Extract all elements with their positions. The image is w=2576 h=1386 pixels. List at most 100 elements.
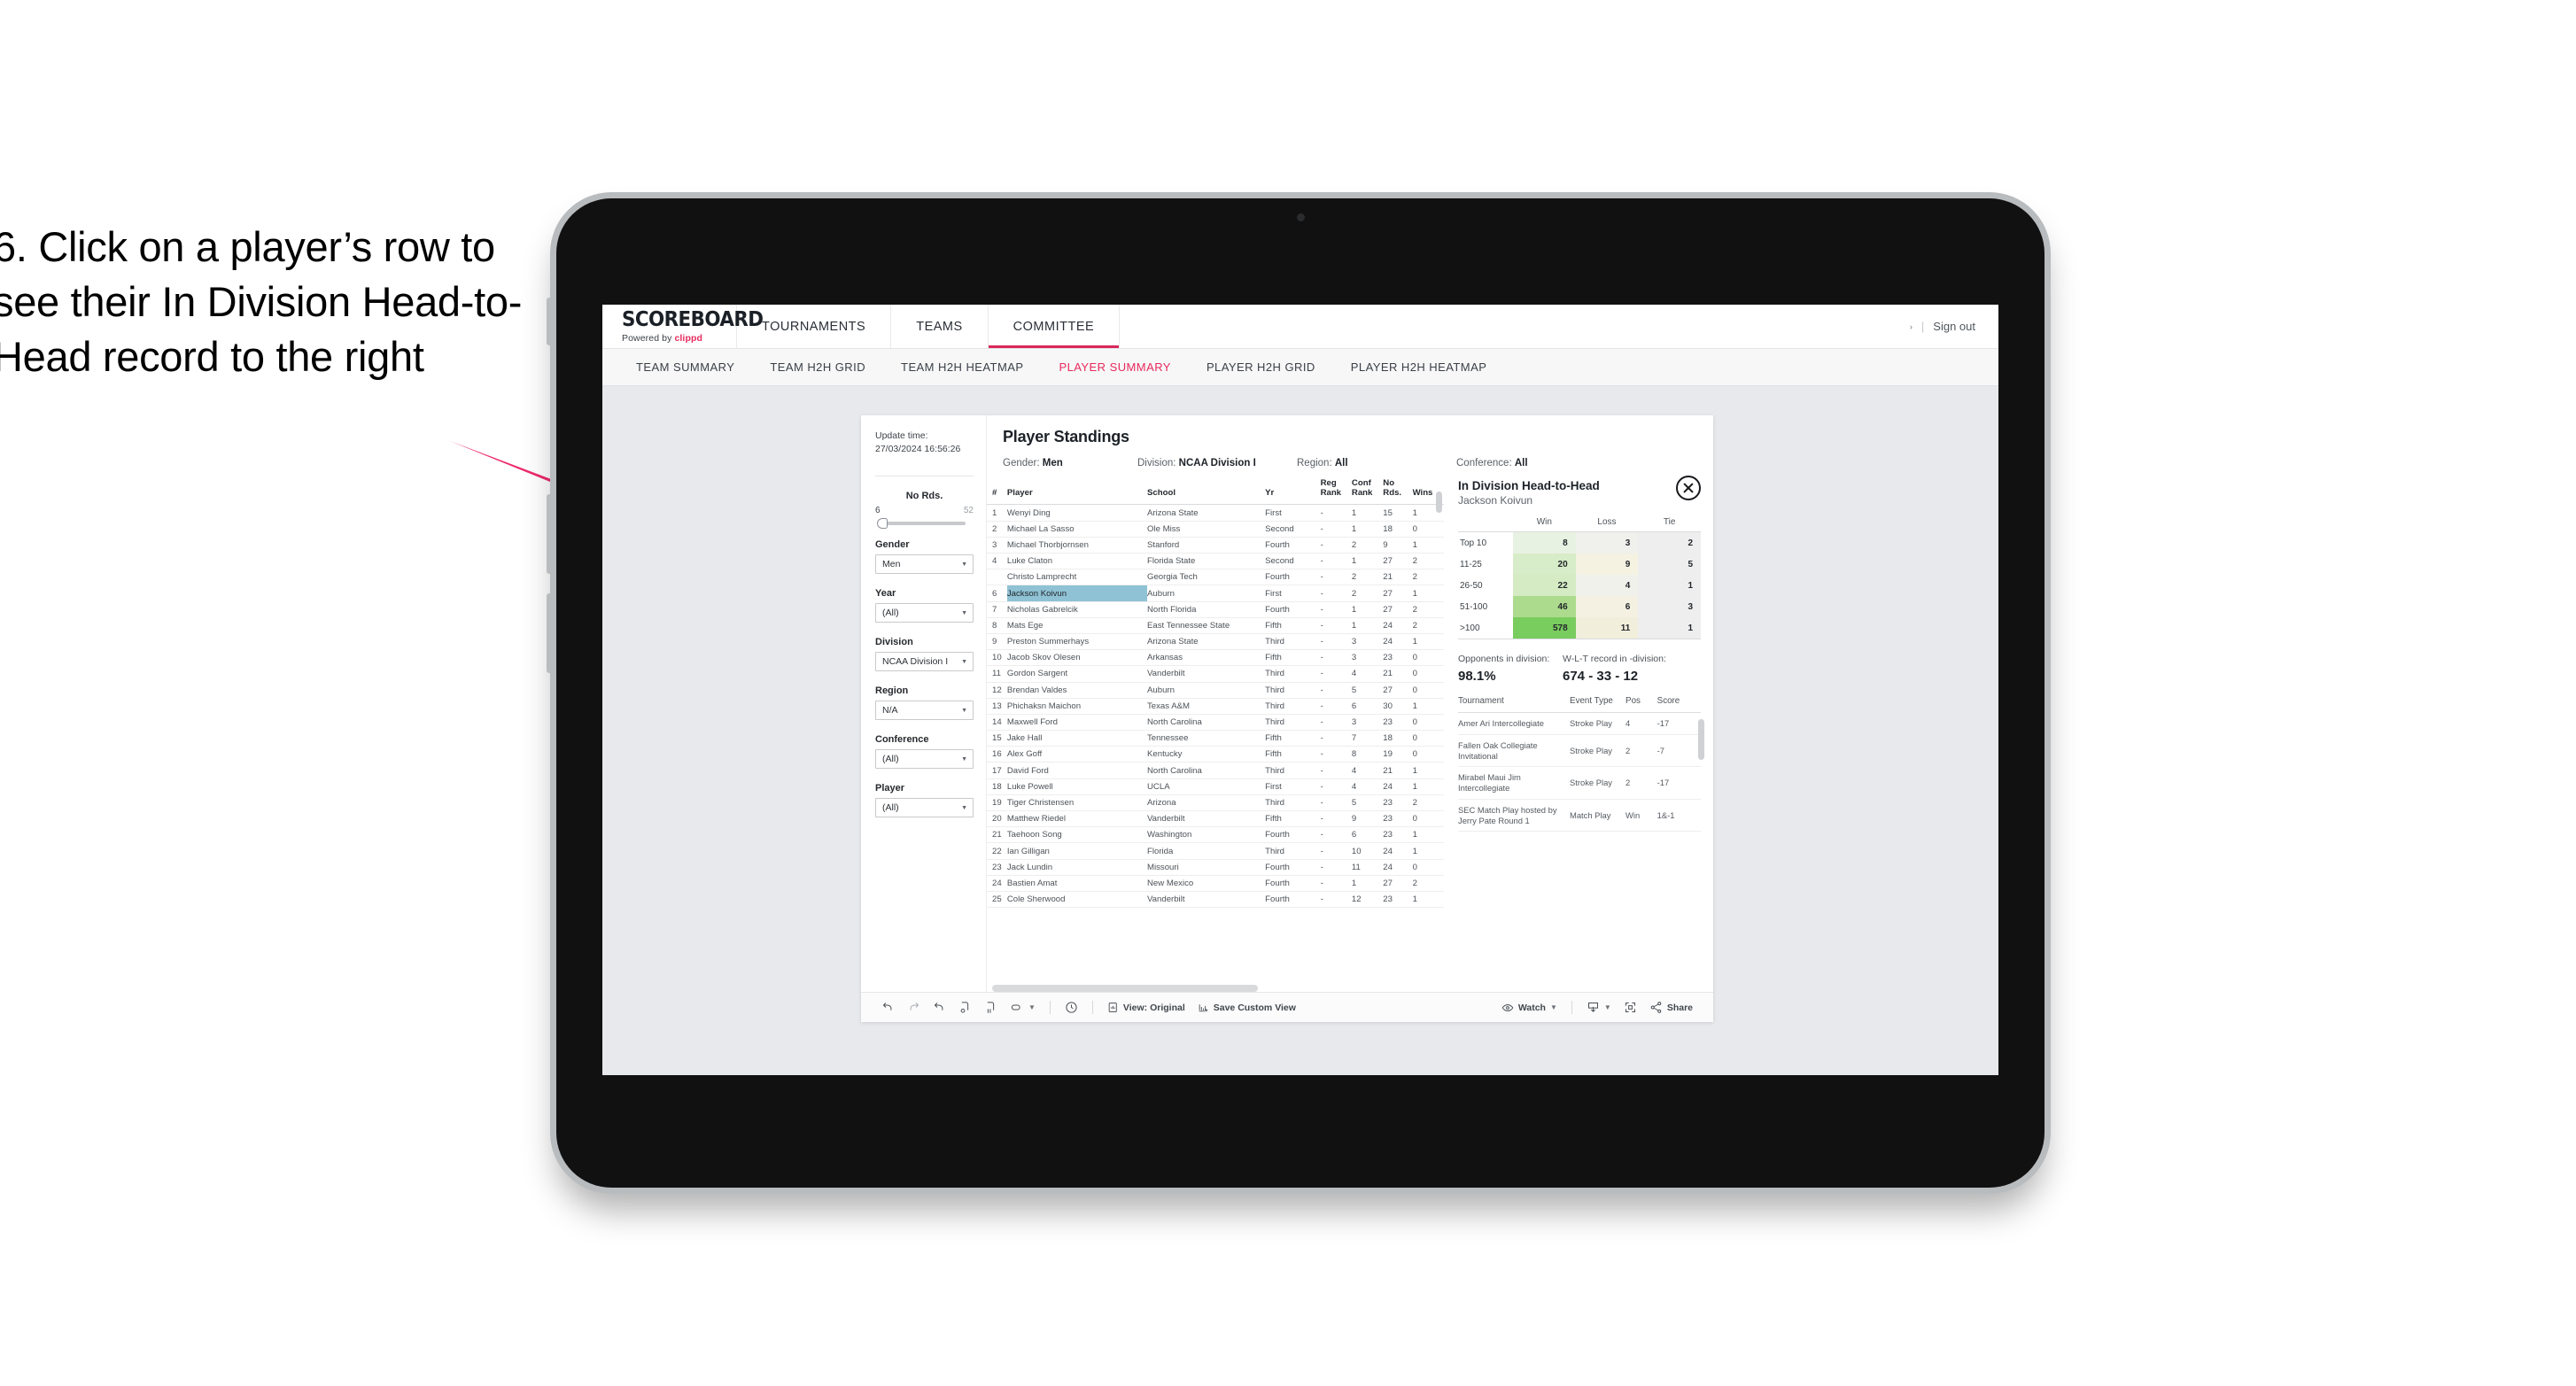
tab-player-h2h-heatmap[interactable]: PLAYER H2H HEATMAP xyxy=(1333,360,1505,374)
tournament-row[interactable]: Fallen Oak Collegiate Invitational Stroke… xyxy=(1458,734,1701,768)
cell-player: Gordon Sargent xyxy=(1006,665,1147,683)
sign-out-link[interactable]: Sign out xyxy=(1933,320,1975,333)
refresh-icon[interactable] xyxy=(952,1001,978,1014)
table-row[interactable]: 16 Alex Goff Kentucky Fifth -8 19 0 xyxy=(987,746,1444,763)
chevron-down-icon[interactable]: ▼ xyxy=(1028,1003,1036,1011)
table-row[interactable]: 21 Taehoon Song Washington Fourth -6 23 1 xyxy=(987,826,1444,844)
cell-wins: 1 xyxy=(1412,585,1444,602)
table-row[interactable]: 2 Michael La Sasso Ole Miss Second -1 18 0 xyxy=(987,521,1444,538)
table-row[interactable]: 8 Mats Ege East Tennessee State Fifth -1 24 2 xyxy=(987,617,1444,634)
standings-vertical-scrollbar[interactable] xyxy=(1436,492,1442,513)
no-rounds-slider-handle[interactable] xyxy=(877,518,888,530)
tcol-event-type[interactable]: Event Type xyxy=(1570,696,1626,713)
no-rounds-slider[interactable] xyxy=(877,518,966,530)
summary-division-value: NCAA Division I xyxy=(1178,458,1256,468)
col-yr[interactable]: Yr xyxy=(1265,479,1321,506)
cell-rank: 4 xyxy=(987,553,1007,570)
tcol-pos[interactable]: Pos xyxy=(1626,696,1657,713)
tcol-score[interactable]: Score xyxy=(1657,696,1701,713)
col-school[interactable]: School xyxy=(1147,479,1266,506)
table-row[interactable]: 10 Jacob Skov Olesen Arkansas Fifth -3 23 0 xyxy=(987,649,1444,667)
tournaments-scrollbar[interactable] xyxy=(1698,719,1704,760)
share-button[interactable]: Share xyxy=(1643,1001,1699,1014)
col-player[interactable]: Player xyxy=(1006,479,1147,506)
cell-wins: 2 xyxy=(1412,875,1444,892)
year-select[interactable]: (All) ▼ xyxy=(875,603,974,623)
tab-player-h2h-grid[interactable]: PLAYER H2H GRID xyxy=(1189,360,1333,374)
col-conf-rank[interactable]: Conf Rank xyxy=(1351,479,1384,506)
undo-icon[interactable] xyxy=(875,1001,901,1014)
tournament-row[interactable]: Mirabel Maui Jim Intercollegiate Stroke P… xyxy=(1458,766,1701,800)
highlight-icon[interactable]: ▼ xyxy=(1004,1001,1042,1014)
table-row[interactable]: Christo Lamprecht Georgia Tech Fourth -2 21 2 xyxy=(987,569,1444,586)
fullscreen-icon[interactable] xyxy=(1618,1001,1643,1014)
standings-table: # Player School Yr Reg Rank Conf Rank No Rd… xyxy=(987,479,1444,909)
tournament-row[interactable]: Amer Ari Intercollegiate Stroke Play 4 -17 xyxy=(1458,712,1701,735)
tab-team-summary[interactable]: TEAM SUMMARY xyxy=(618,360,752,374)
brand-logo[interactable]: SCOREBOARD Powered by clippd xyxy=(602,305,764,348)
standings-horizontal-scrollbar[interactable] xyxy=(992,985,1258,992)
table-row[interactable]: 18 Luke Powell UCLA First -4 24 1 xyxy=(987,778,1444,795)
cell-rank: 8 xyxy=(987,617,1007,634)
cell-reg: - xyxy=(1320,504,1352,522)
close-circle-icon[interactable] xyxy=(1676,476,1701,500)
table-row[interactable]: 24 Bastien Amat New Mexico Fourth -1 27 2 xyxy=(987,875,1444,892)
cell-wins: 2 xyxy=(1412,617,1444,634)
table-row[interactable]: 13 Phichaksn Maichon Texas A&M Third -6 30 1 xyxy=(987,698,1444,715)
tab-player-summary[interactable]: PLAYER SUMMARY xyxy=(1041,360,1188,374)
region-label: Region xyxy=(875,685,909,697)
table-row[interactable]: 20 Matthew Riedel Vanderbilt Fifth -9 23 0 xyxy=(987,810,1444,828)
table-row[interactable]: 17 David Ford North Carolina Third -4 21 1 xyxy=(987,762,1444,779)
table-row[interactable]: 25 Cole Sherwood Vanderbilt Fourth -12 23 1 xyxy=(987,891,1444,909)
tab-team-h2h-grid[interactable]: TEAM H2H GRID xyxy=(752,360,883,374)
cell-wins: 0 xyxy=(1412,859,1444,876)
save-custom-view-button[interactable]: Save Custom View xyxy=(1191,1002,1302,1013)
no-rounds-max: 52 xyxy=(963,506,974,516)
col-no-rds[interactable]: No Rds. xyxy=(1383,479,1413,506)
toolbar-divider-2 xyxy=(1091,1001,1093,1014)
conference-select[interactable]: (All) ▼ xyxy=(875,749,974,770)
table-row[interactable]: 12 Brendan Valdes Auburn Third -5 27 0 xyxy=(987,682,1444,699)
top-nav-item-teams[interactable]: TEAMS xyxy=(891,305,989,348)
view-original-button[interactable]: View: Original xyxy=(1101,1002,1191,1013)
tournament-row[interactable]: SEC Match Play hosted by Jerry Pate Roun… xyxy=(1458,799,1701,832)
stat-wlt-label: W-L-T record in -division: xyxy=(1563,654,1666,664)
account-caret-icon[interactable]: › xyxy=(1910,322,1913,331)
table-row[interactable]: 11 Gordon Sargent Vanderbilt Third -4 21 0 xyxy=(987,665,1444,683)
chevron-down-icon[interactable]: ▼ xyxy=(1550,1003,1557,1011)
clock-icon[interactable] xyxy=(1059,1001,1084,1014)
table-row[interactable]: 23 Jack Lundin Missouri Fourth -11 24 0 xyxy=(987,859,1444,876)
table-row[interactable]: 15 Jake Hall Tennessee Fifth -7 18 0 xyxy=(987,730,1444,747)
region-select[interactable]: N/A ▼ xyxy=(875,701,974,721)
tab-team-h2h-heatmap[interactable]: TEAM H2H HEATMAP xyxy=(883,360,1041,374)
table-row[interactable]: 4 Luke Claton Florida State Second -1 27 2 xyxy=(987,553,1444,570)
table-row[interactable]: 9 Preston Summerhays Arizona State Third -3 2… xyxy=(987,633,1444,651)
table-row[interactable]: 3 Michael Thorbjornsen Stanford Fourth -2 9 1 xyxy=(987,537,1444,554)
top-nav-item-committee[interactable]: COMMITTEE xyxy=(988,305,1121,348)
top-nav-item-tournaments[interactable]: TOURNAMENTS xyxy=(737,305,892,348)
cell-yr: Third xyxy=(1265,698,1321,715)
redo-icon[interactable] xyxy=(901,1001,927,1014)
table-row[interactable]: 6 Jackson Koivun Auburn First -2 27 1 xyxy=(987,585,1444,602)
watch-button[interactable]: Watch ▼ xyxy=(1495,1002,1563,1014)
standings-scroll-area[interactable]: # Player School Yr Reg Rank Conf Rank No Rd… xyxy=(987,479,1444,981)
table-row[interactable]: 14 Maxwell Ford North Carolina Third -3 23 0 xyxy=(987,714,1444,732)
chevron-down-icon[interactable]: ▼ xyxy=(1604,1003,1611,1011)
gender-select[interactable]: Men ▼ xyxy=(875,554,974,575)
table-row[interactable]: 7 Nicholas Gabrelcik North Florida Fourth -1… xyxy=(987,601,1444,618)
cell-player: Alex Goff xyxy=(1006,746,1147,763)
col-reg-rank[interactable]: Reg Rank xyxy=(1320,479,1352,506)
player-select[interactable]: (All) ▼ xyxy=(875,798,974,818)
division-select[interactable]: NCAA Division I ▼ xyxy=(875,652,974,672)
tcol-tournament[interactable]: Tournament xyxy=(1458,696,1571,713)
cell-school: North Carolina xyxy=(1147,762,1266,779)
table-row[interactable]: 22 Ian Gilligan Florida Third -10 24 1 xyxy=(987,842,1444,860)
col-rank[interactable]: # xyxy=(987,479,1007,506)
revert-icon[interactable] xyxy=(927,1001,952,1014)
table-row[interactable]: 1 Wenyi Ding Arizona State First -1 15 1 xyxy=(987,504,1444,522)
h2h-header-row: Win Loss Tie xyxy=(1458,517,1701,532)
pause-icon[interactable] xyxy=(978,1001,1004,1014)
download-icon[interactable]: ▼ xyxy=(1580,1001,1618,1014)
filter-conference: Conference (All) ▼ xyxy=(875,734,974,770)
table-row[interactable]: 19 Tiger Christensen Arizona Third -5 23 2 xyxy=(987,794,1444,812)
